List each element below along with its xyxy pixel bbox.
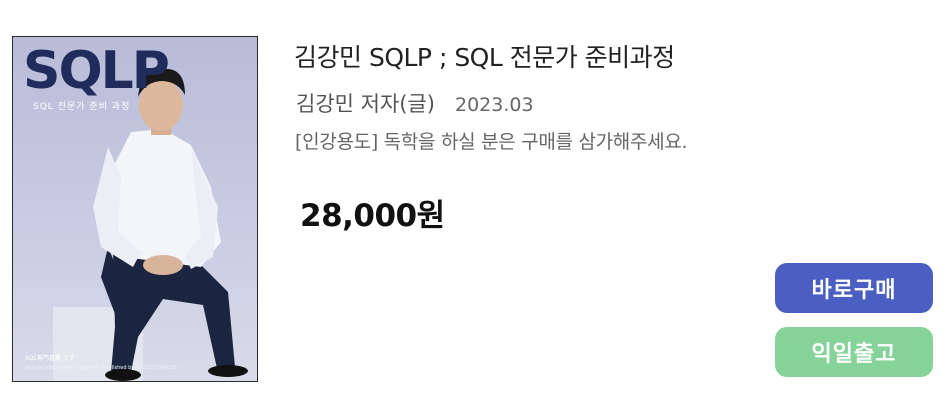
cover-title: SQLP <box>23 41 170 101</box>
product-author: 김강민 저자(글) <box>296 92 435 116</box>
cover-subtitle: SQL 전문가 준비 과정 <box>33 102 131 112</box>
publish-date: 2023.03 <box>454 94 534 116</box>
product-description: [인강용도] 독학을 하실 분은 구매를 삼가해주세요. <box>295 131 688 153</box>
author-row: 김강민 저자(글) 2023.03 <box>296 88 534 118</box>
product-title[interactable]: 김강민 SQLP ; SQL 전문가 준비과정 <box>294 38 675 74</box>
next-day-shipping-button[interactable]: 익일출고 <box>775 327 933 377</box>
product-price: 28,000원 <box>300 198 445 234</box>
cover-footer-line2: lecture note by Kim Kangmin · Published … <box>25 365 177 371</box>
book-cover-image[interactable]: SQLP SQL 전문가 준비 과정 SQL專門書籍 です lecture no… <box>12 36 258 382</box>
buy-now-button[interactable]: 바로구매 <box>775 263 933 313</box>
cover-footer-line1: SQL專門書籍 です <box>25 355 75 362</box>
product-card: SQLP SQL 전문가 준비 과정 SQL專門書籍 です lecture no… <box>0 0 951 416</box>
